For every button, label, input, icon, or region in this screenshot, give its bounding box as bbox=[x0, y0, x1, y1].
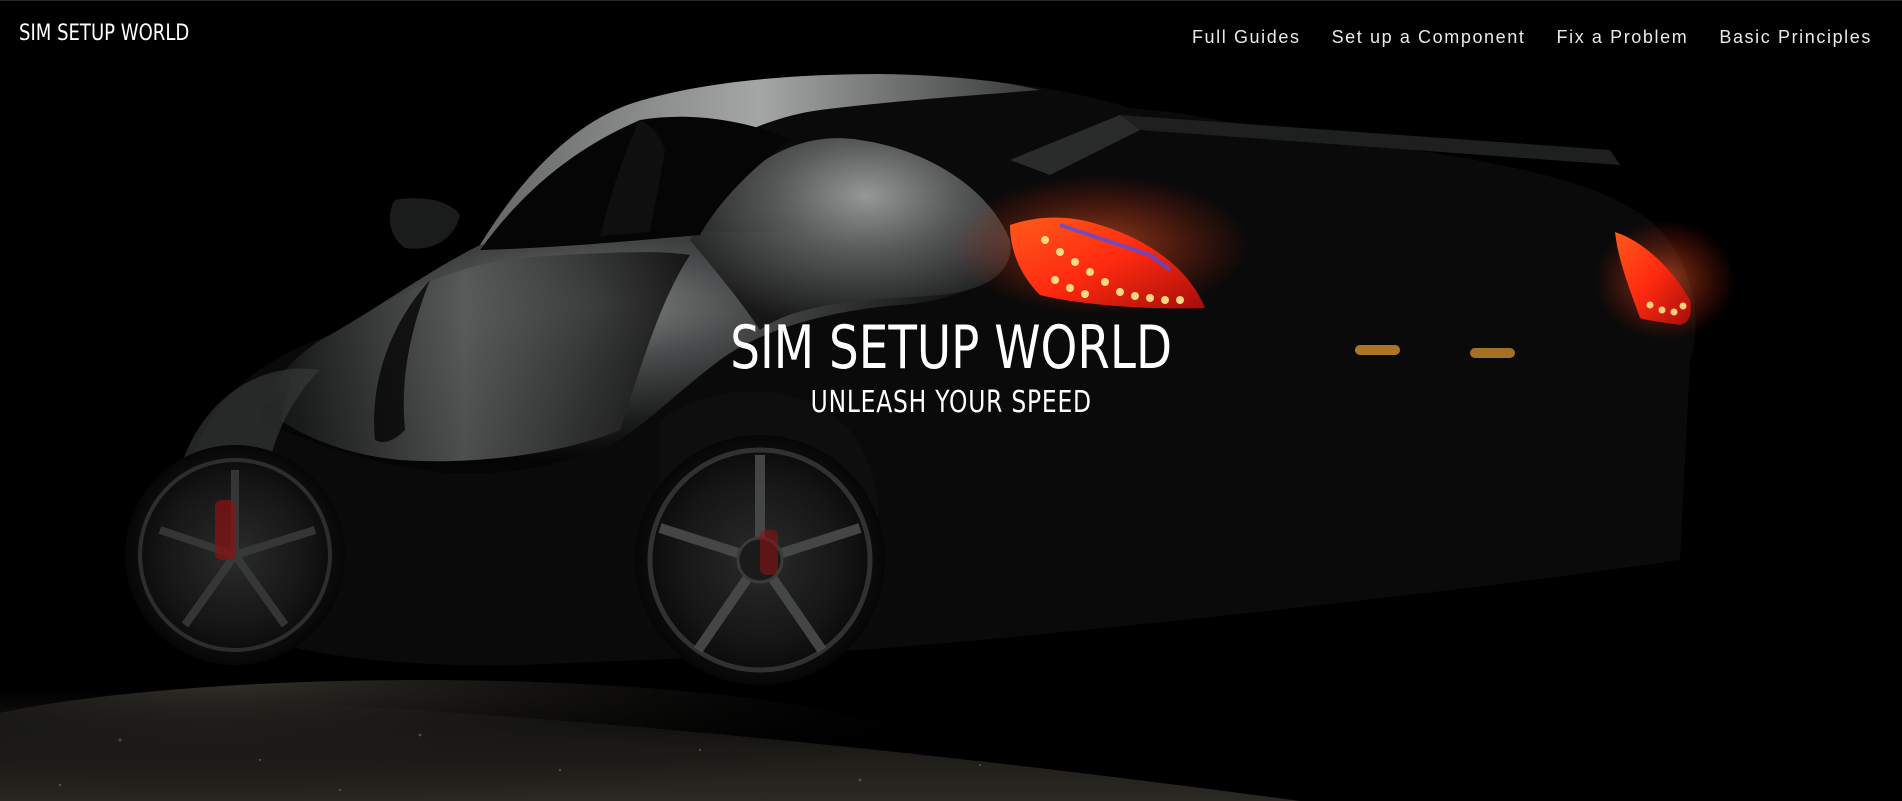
hero-title: SIM SETUP WORLD bbox=[730, 313, 1172, 383]
nav-basic-principles[interactable]: Basic Principles bbox=[1719, 27, 1872, 48]
page: SIM SETUP WORLD Full Guides Set up a Com… bbox=[0, 0, 1902, 801]
nav-set-up-a-component[interactable]: Set up a Component bbox=[1332, 27, 1526, 48]
hero-subtitle: UNLEASH YOUR SPEED bbox=[810, 385, 1092, 420]
nav-fix-a-problem[interactable]: Fix a Problem bbox=[1557, 27, 1689, 48]
top-navigation-bar: SIM SETUP WORLD Full Guides Set up a Com… bbox=[0, 0, 1902, 76]
nav-full-guides[interactable]: Full Guides bbox=[1192, 27, 1301, 48]
hero-subtitle-wrap: UNLEASH YOUR SPEED bbox=[0, 386, 1902, 420]
main-nav: Full Guides Set up a Component Fix a Pro… bbox=[1192, 27, 1872, 48]
hero-heading-block: SIM SETUP WORLD UNLEASH YOUR SPEED bbox=[0, 316, 1902, 420]
brand-logo-link[interactable]: SIM SETUP WORLD bbox=[19, 21, 189, 46]
